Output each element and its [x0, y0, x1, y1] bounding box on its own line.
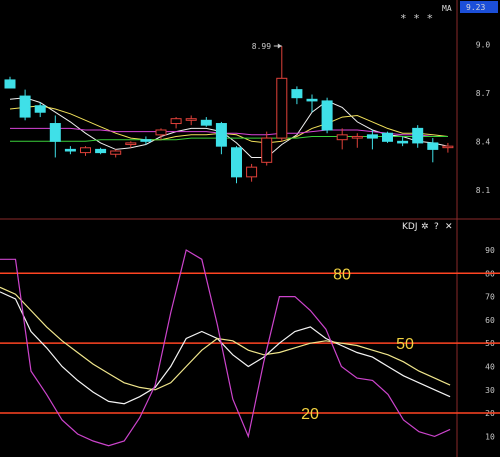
k-line	[0, 291, 451, 405]
down-candle	[95, 148, 107, 154]
close-icon[interactable]: ✕	[445, 222, 453, 232]
kdj-tick-label: 30	[485, 386, 495, 395]
kdj-tick-label: 60	[485, 316, 495, 325]
price-y-axis: 9.0 8.7 8.4 8.1	[476, 40, 491, 194]
up-candle	[155, 129, 167, 136]
moving-averages	[9, 97, 449, 158]
kdj-tick-label: 90	[485, 246, 495, 255]
up-candle	[336, 134, 348, 141]
kdj-lines	[0, 249, 451, 447]
price-tick-label: 8.4	[476, 137, 491, 146]
up-candle	[125, 142, 137, 146]
star-rating: * * *	[400, 12, 433, 25]
down-candle	[64, 148, 76, 152]
kdj-tick-label: 70	[485, 293, 495, 302]
up-candle	[110, 150, 122, 155]
up-candle	[170, 118, 182, 125]
price-tick-label: 9.0	[476, 40, 491, 49]
down-candle	[366, 134, 378, 139]
peak-label: 8.99	[252, 42, 271, 51]
kdj-reference-lines	[0, 272, 500, 414]
ref-label-50: 50	[396, 336, 414, 353]
price-tick-label: 8.1	[476, 186, 491, 195]
down-candle	[34, 105, 46, 113]
down-candle	[427, 142, 439, 150]
stock-chart: MA 9.23 * * * KDJ ✲ ? ✕ 9.0 8.7 8.4 8.1 8.9…	[0, 0, 500, 457]
down-candle	[140, 139, 152, 142]
up-candle	[351, 135, 363, 139]
ref-label-20: 20	[301, 406, 319, 423]
ma5-line	[9, 97, 449, 158]
down-candle	[412, 127, 424, 144]
ma-label: MA	[442, 4, 452, 13]
peak-annotation: 8.99	[252, 42, 282, 51]
down-candle	[215, 123, 227, 147]
price-tick-label: 8.7	[476, 89, 491, 98]
j-line	[0, 249, 451, 447]
down-candle	[200, 119, 212, 126]
peak-arrowhead	[277, 43, 282, 49]
up-candle	[442, 145, 454, 149]
down-candle	[4, 79, 16, 89]
kdj-tick-label: 40	[485, 362, 495, 371]
down-candle	[231, 147, 242, 178]
down-candle	[306, 98, 318, 102]
kdj-tick-label: 10	[485, 432, 495, 441]
d-line	[0, 286, 451, 391]
up-candle	[261, 137, 273, 163]
down-candle	[397, 140, 409, 144]
ref-label-80: 80	[333, 266, 351, 283]
up-candle	[185, 118, 197, 121]
down-candle	[382, 132, 393, 142]
up-candle	[276, 77, 288, 139]
gear-icon[interactable]: ✲	[421, 222, 429, 232]
kdj-annotations: 80 50 20	[301, 266, 414, 423]
down-candle	[19, 95, 31, 118]
down-candle	[291, 89, 303, 99]
down-candle	[49, 123, 61, 142]
kdj-title: KDJ	[402, 222, 418, 232]
up-candle	[80, 147, 91, 154]
down-candle	[321, 100, 333, 131]
help-icon[interactable]: ?	[434, 222, 439, 232]
price-badge: 9.23	[466, 3, 485, 12]
up-candle	[246, 166, 258, 178]
